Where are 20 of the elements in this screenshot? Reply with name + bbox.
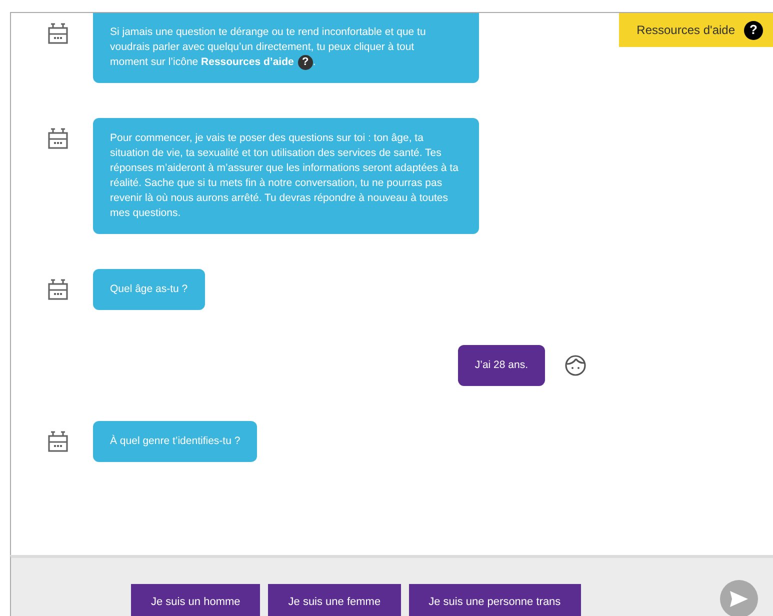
help-resources-button[interactable]: Ressources d'aide ? xyxy=(619,13,773,47)
message-text: À quel genre t’identifies-tu ? xyxy=(110,435,240,447)
message-text: Quel âge as-tu ? xyxy=(110,283,188,295)
message-text: Pour commencer, je vais te poser des questions sur toi : ton âge, ta situation de vie, ta sexualité et ton utilisation des services de santé. Tes réponses m’aideront à m’assurer que les informations seront adaptées à ta réalité. Sache que si tu mets fin à notre conversation, tu ne pourras pas revenir là où nous aurons arrêté. Tu devras répondre à nouveau à toutes mes questions. xyxy=(110,132,458,219)
face-icon xyxy=(565,355,586,376)
help-icon[interactable]: ? xyxy=(298,55,313,70)
answer-button[interactable]: Je suis un homme xyxy=(131,584,260,616)
send-button[interactable] xyxy=(720,580,758,616)
message-text: moment sur l’icône Ressources d’aide xyxy=(110,55,294,70)
help-label: Ressources d'aide xyxy=(636,22,735,39)
answer-button[interactable]: Je suis une personne trans xyxy=(408,584,581,616)
answer-button[interactable]: Je suis une femme xyxy=(268,584,401,616)
robot-icon xyxy=(47,128,69,149)
robot-icon xyxy=(47,23,69,44)
help-icon: ? xyxy=(744,20,763,40)
message-text: J’ai 28 ans. xyxy=(474,359,528,371)
send-icon xyxy=(729,590,749,608)
message-text: . xyxy=(312,55,316,70)
robot-icon xyxy=(47,431,69,452)
robot-icon xyxy=(47,279,69,300)
